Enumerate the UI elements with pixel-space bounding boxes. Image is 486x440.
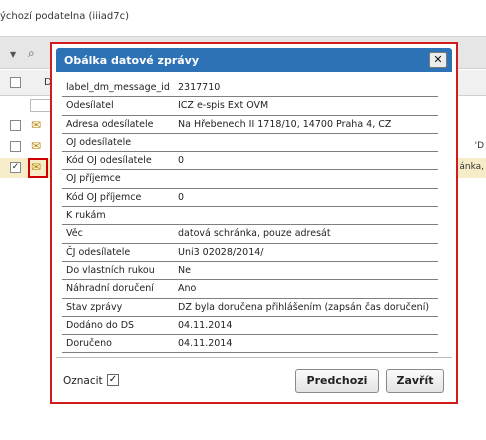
field-label: OJ odesílatele — [66, 136, 132, 148]
field-value: 04.11.2014 — [178, 338, 233, 350]
field-value: 04.11.2014 — [178, 319, 233, 331]
field-value: 0 — [178, 155, 185, 167]
field-label: Kód OJ příjemce — [66, 191, 142, 203]
close-icon[interactable]: ✕ — [429, 52, 447, 68]
envelope-icon[interactable]: ✉ — [31, 139, 41, 153]
field-row: OJ příjemce — [62, 170, 438, 189]
oznacit-checkbox[interactable]: ✓ — [107, 374, 119, 386]
field-label: Do vlastních rukou — [66, 264, 155, 276]
select-all-checkbox[interactable] — [10, 77, 21, 88]
envelope-dialog: Obálka datové zprávy ✕ label_dm_message_… — [50, 42, 458, 404]
dialog-titlebar[interactable]: Obálka datové zprávy ✕ — [56, 48, 452, 72]
footer-divider — [56, 357, 452, 358]
field-row: Dodáno do DS 04.11.2014 — [62, 317, 438, 336]
field-value: 2317710 — [178, 82, 221, 93]
row-checkbox[interactable] — [10, 120, 21, 131]
field-label: Adresa odesílatele — [66, 118, 154, 130]
field-label: OJ příjemce — [66, 173, 121, 185]
field-value: Ano — [178, 283, 197, 295]
field-row: Adresa odesílatele Na Hřebenech II 1718/1… — [62, 116, 438, 134]
envelope-icon[interactable]: ✉ — [31, 118, 41, 132]
field-label: Doručeno — [66, 338, 112, 350]
field-value: DZ byla doručena přihlášením (zapsán čas… — [178, 301, 430, 313]
oznacit-label: Oznacit — [63, 375, 103, 387]
dialog-title: Obálka datové zprávy — [64, 54, 200, 67]
field-row: label_dm_message_id 2317710 — [62, 79, 438, 98]
field-label: Věc — [66, 228, 83, 240]
previous-button[interactable]: Predchozi — [295, 369, 379, 393]
window-title: ýchozí podatelna (iiiad7c) — [0, 11, 129, 22]
field-row: Věc datová schránka, pouze adresát — [62, 225, 438, 244]
field-value: Uni3 02028/2014/ — [178, 246, 264, 258]
field-row: Kód OJ odesílatele 0 — [62, 152, 438, 171]
field-label: K rukám — [66, 210, 106, 222]
field-label: Odesílatel — [66, 100, 114, 112]
field-row: Doručeno 04.11.2014 — [62, 335, 438, 354]
field-row: Odesílatel ICZ e-spis Ext OVM — [62, 97, 438, 116]
field-label: label_dm_message_id — [66, 82, 170, 93]
field-row: K rukám — [62, 207, 438, 226]
row-tail-text: ánka, — [459, 162, 484, 172]
field-row: OJ odesílatele — [62, 134, 438, 153]
field-row: Do vlastních rukou Ne — [62, 262, 438, 281]
close-button[interactable]: Zavřít — [386, 369, 444, 393]
envelope-fields: label_dm_message_id 2317710 Odesílatel ICZ… — [62, 79, 438, 354]
field-row: Náhradní doručení Ano — [62, 280, 438, 299]
field-value: 0 — [178, 191, 185, 203]
field-value: datová schránka, pouze adresát — [178, 228, 331, 240]
field-row: Kód OJ příjemce 0 — [62, 189, 438, 208]
field-label: Náhradní doručení — [66, 283, 154, 295]
field-label: Kód OJ odesílatele — [66, 155, 152, 167]
field-value: Na Hřebenech II 1718/10, 14700 Praha 4, … — [178, 118, 392, 130]
field-label: ČJ odesílatele — [66, 246, 131, 258]
row-tail-text: 'D — [474, 141, 484, 151]
field-label: Stav zprávy — [66, 301, 123, 313]
envelope-icon[interactable]: ✉ — [31, 160, 41, 174]
field-value: ICZ e-spis Ext OVM — [178, 100, 269, 112]
row-checkbox[interactable]: ✓ — [10, 162, 21, 173]
field-label: Dodáno do DS — [66, 319, 135, 331]
row-checkbox[interactable] — [10, 141, 21, 152]
search-icon[interactable]: ⌕ — [28, 46, 35, 61]
field-row: Stav zprávy DZ byla doručena přihlášením … — [62, 299, 438, 317]
field-value: Ne — [178, 264, 191, 276]
caret-down-icon[interactable]: ▼ — [10, 50, 16, 59]
field-row: ČJ odesílatele Uni3 02028/2014/ — [62, 244, 438, 262]
